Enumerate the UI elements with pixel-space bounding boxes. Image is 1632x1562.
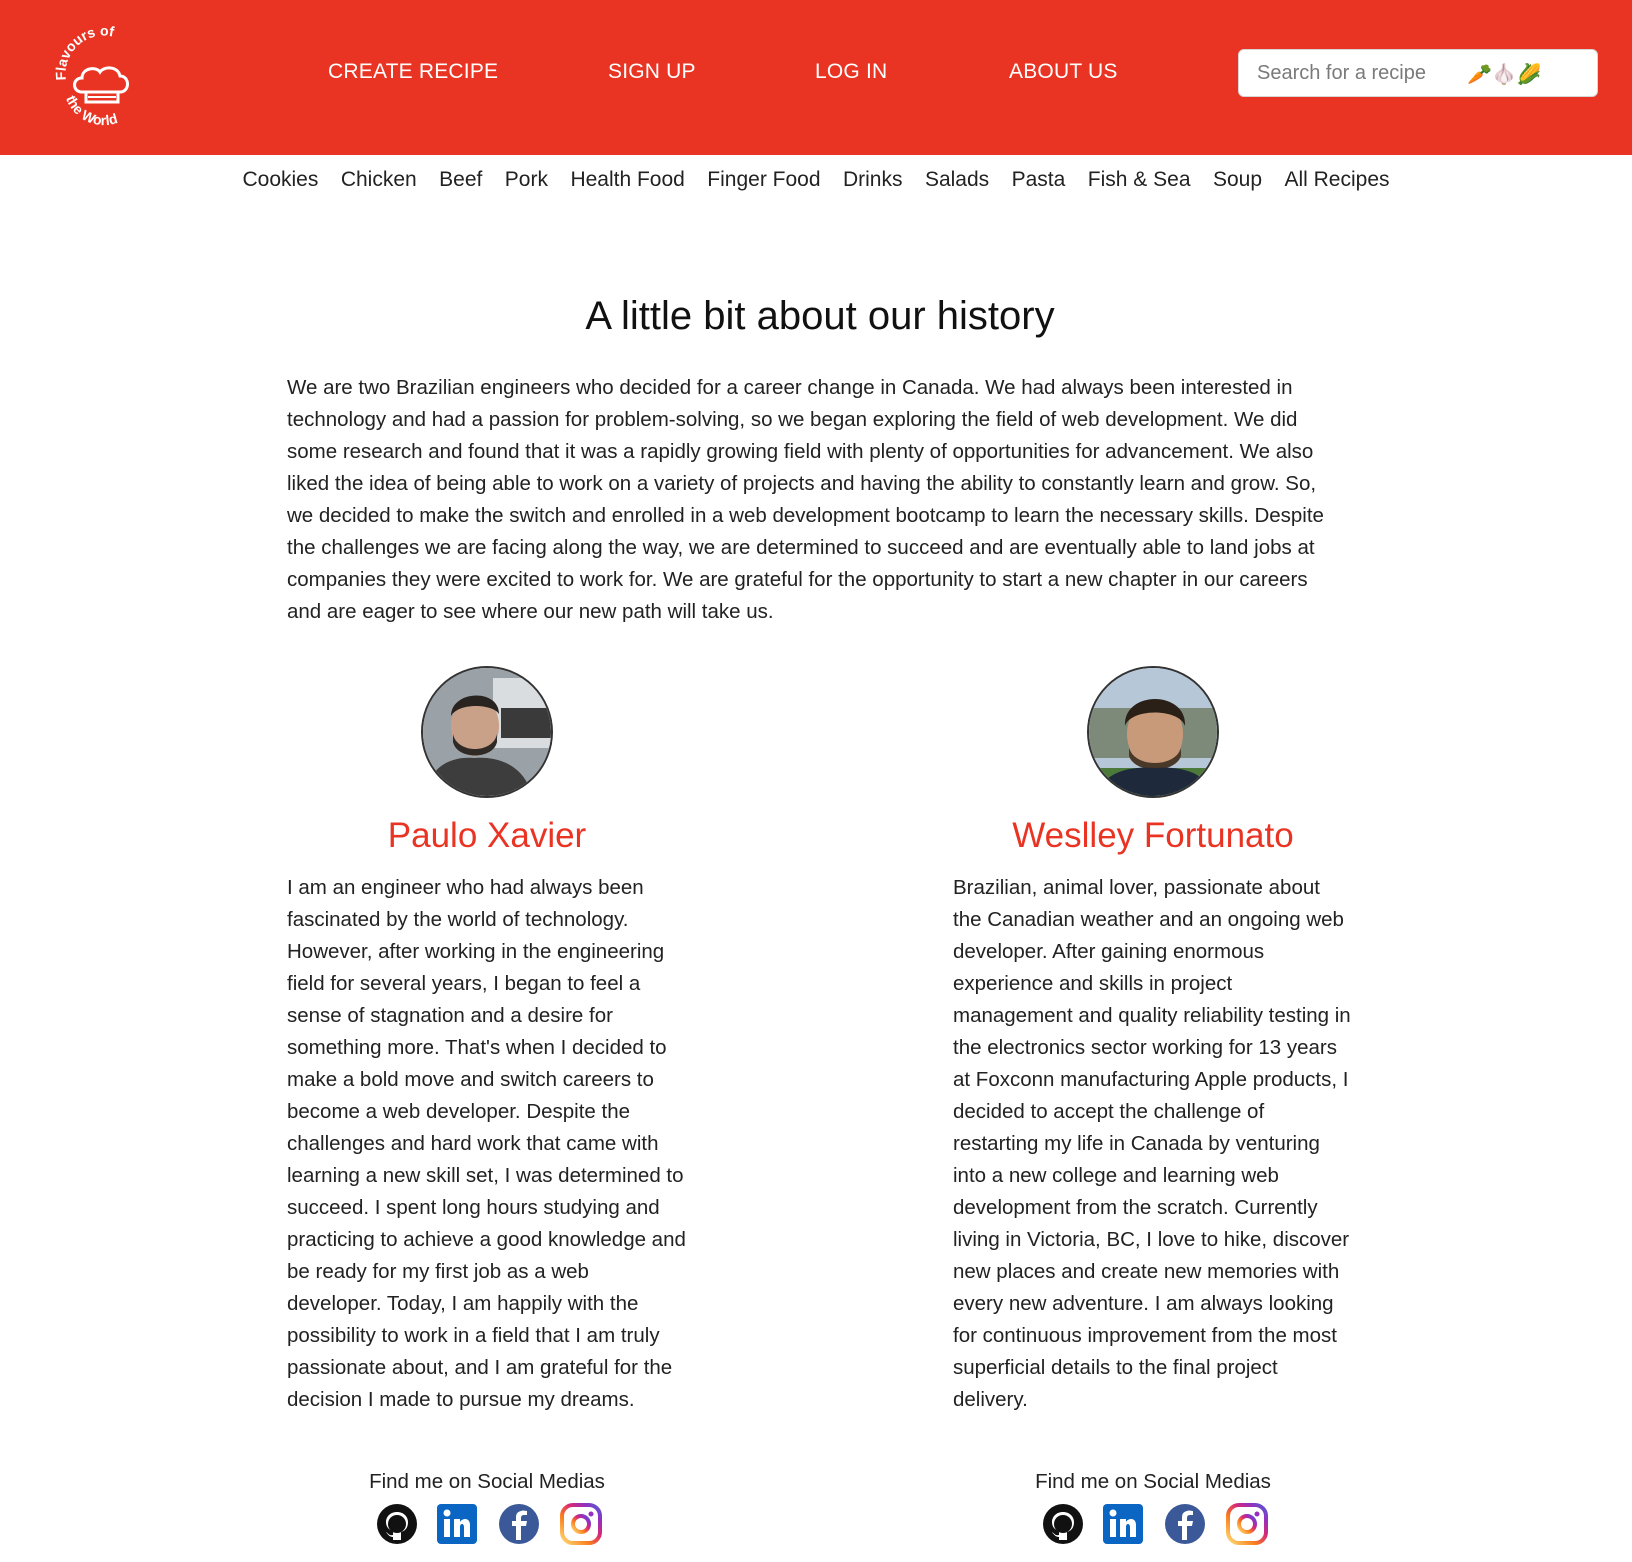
facebook-icon[interactable]	[497, 1502, 541, 1546]
recipe-search-box: 🥕🧄🌽	[1238, 49, 1598, 97]
category-salads[interactable]: Salads	[925, 168, 989, 192]
github-icon[interactable]	[375, 1502, 419, 1546]
nav-about-us[interactable]: ABOUT US	[1009, 60, 1118, 84]
member-name: Weslley Fortunato	[1012, 816, 1294, 855]
category-all-recipes[interactable]: All Recipes	[1284, 168, 1389, 192]
search-input[interactable]	[1239, 50, 1597, 96]
category-bar: Cookies Chicken Beef Pork Health Food Fi…	[0, 168, 1632, 200]
site-logo[interactable]: Flavours of the World	[52, 22, 152, 130]
social-label: Find me on Social Medias	[369, 1470, 605, 1493]
social-links	[1041, 1502, 1273, 1546]
github-icon[interactable]	[1041, 1502, 1085, 1546]
social-links	[375, 1502, 607, 1546]
avatar	[421, 666, 553, 798]
page-title: A little bit about our history	[585, 294, 1055, 338]
category-pasta[interactable]: Pasta	[1012, 168, 1066, 192]
member-bio: I am an engineer who had always been fas…	[287, 876, 686, 1411]
top-navbar: Flavours of the World CREATE RECIPE SIGN…	[0, 0, 1632, 155]
history-paragraph: We are two Brazilian engineers who decid…	[287, 376, 1324, 623]
facebook-icon[interactable]	[1163, 1502, 1207, 1546]
nav-sign-up[interactable]: SIGN UP	[608, 60, 696, 84]
nav-create-recipe[interactable]: CREATE RECIPE	[328, 60, 498, 84]
nav-log-in[interactable]: LOG IN	[815, 60, 887, 84]
category-cookies[interactable]: Cookies	[242, 168, 318, 192]
avatar	[1087, 666, 1219, 798]
svg-text:the World: the World	[63, 93, 119, 128]
person-photo-icon	[423, 668, 551, 796]
category-health-food[interactable]: Health Food	[570, 168, 684, 192]
category-soup[interactable]: Soup	[1213, 168, 1262, 192]
category-fish-sea[interactable]: Fish & Sea	[1088, 168, 1191, 192]
category-beef[interactable]: Beef	[439, 168, 482, 192]
instagram-icon[interactable]	[559, 1502, 603, 1546]
social-label: Find me on Social Medias	[1035, 1470, 1271, 1493]
category-chicken[interactable]: Chicken	[341, 168, 417, 192]
linkedin-icon[interactable]	[435, 1502, 479, 1546]
category-finger-food[interactable]: Finger Food	[707, 168, 820, 192]
linkedin-icon[interactable]	[1101, 1502, 1145, 1546]
member-name: Paulo Xavier	[387, 816, 587, 855]
person-photo-icon	[1089, 668, 1217, 796]
category-pork[interactable]: Pork	[505, 168, 548, 192]
chef-hat-logo-icon: Flavours of the World	[52, 23, 129, 128]
category-drinks[interactable]: Drinks	[843, 168, 903, 192]
instagram-icon[interactable]	[1225, 1502, 1269, 1546]
member-bio: Brazilian, animal lover, passionate abou…	[953, 876, 1351, 1411]
